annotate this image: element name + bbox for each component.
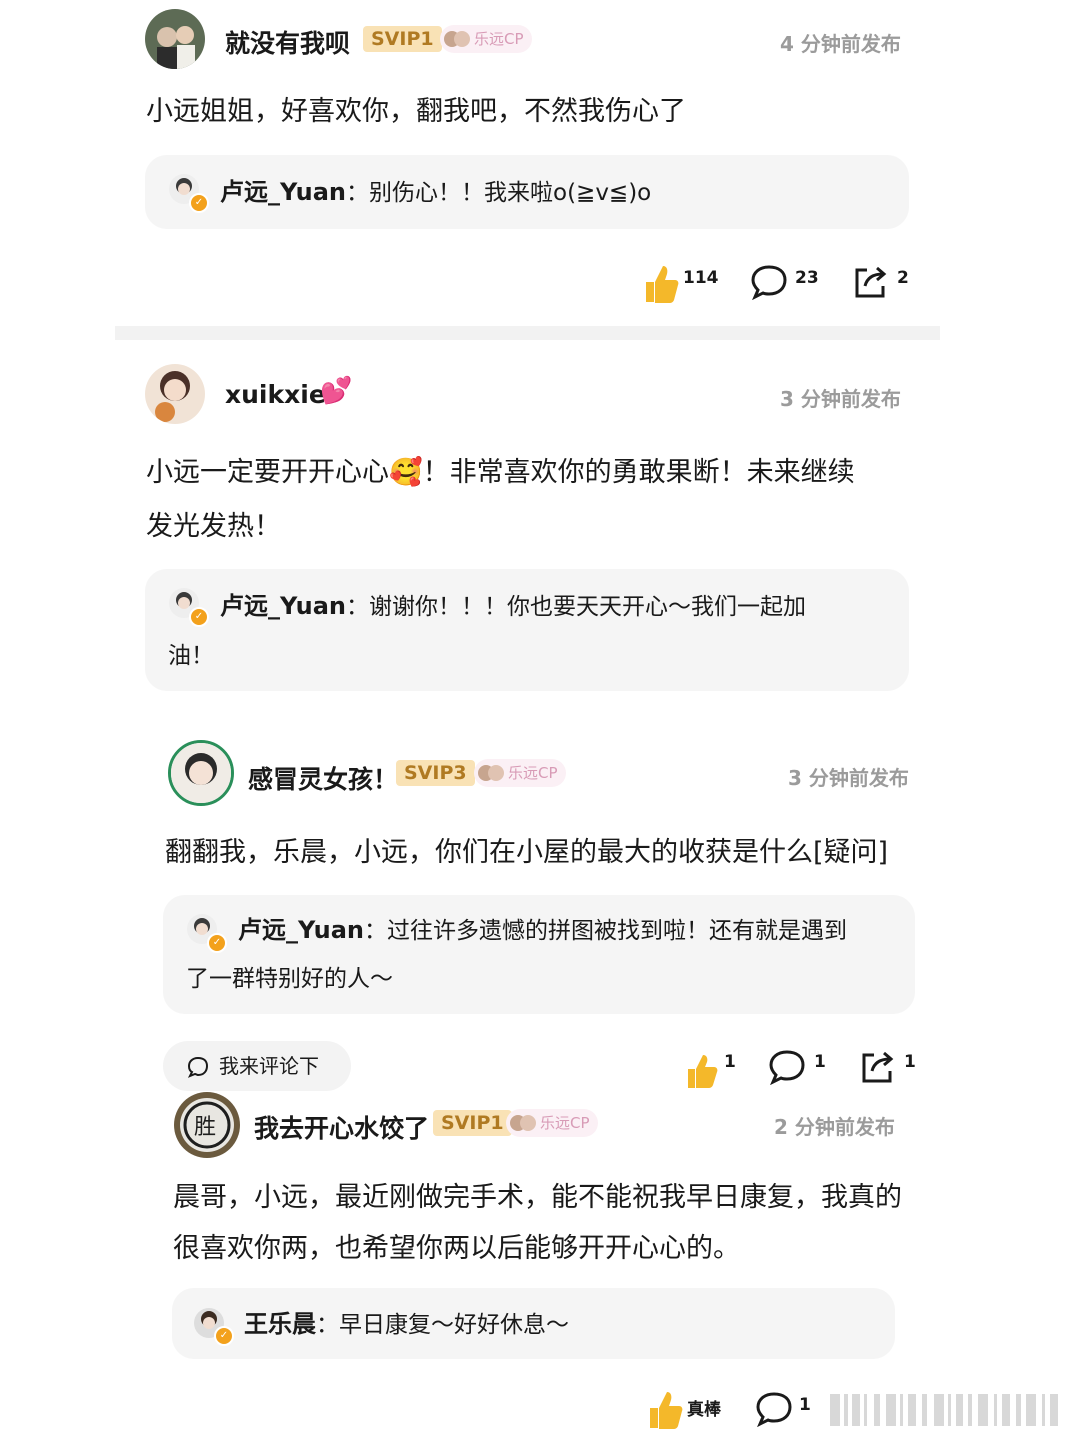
svip-badge: SVIP1	[433, 1110, 512, 1136]
username[interactable]: 我去开心水饺了	[254, 1109, 429, 1145]
share-count: 1	[904, 1052, 916, 1072]
reply-box[interactable]: ✓ 卢远_Yuan：别伤心！！我来啦o(≧v≦)o	[145, 155, 909, 229]
comment-count: 1	[814, 1052, 826, 1072]
comment-count: 1	[799, 1395, 811, 1415]
post-time: 4 分钟前发布	[780, 32, 901, 56]
comment-content-line2: 很喜欢你两，也希望你两以后能够开开心心的。	[173, 1233, 740, 1264]
cp-tag-label: 乐远CP	[540, 1114, 590, 1132]
svip-badge: SVIP3	[396, 760, 475, 786]
comment-button[interactable]	[755, 1391, 793, 1428]
comment-content-line1: 小远一定要开开心心🥰！非常喜欢你的勇敢果断！未来继续	[146, 457, 855, 488]
reply-separator: ：	[346, 594, 369, 620]
verified-icon: ✓	[189, 607, 209, 627]
reply-separator: ：	[316, 1312, 339, 1338]
share-icon	[862, 1051, 894, 1083]
write-comment-button[interactable]: 我来评论下	[163, 1041, 351, 1091]
svip-badge: SVIP1	[363, 26, 442, 52]
thumbs-up-icon	[688, 1055, 718, 1088]
avatar[interactable]: 胜	[174, 1092, 240, 1158]
username[interactable]: 感冒灵女孩！	[248, 760, 398, 796]
watermark	[830, 1392, 1070, 1428]
svg-text:胜: 胜	[194, 1115, 216, 1140]
cp-avatar-icon	[478, 765, 504, 781]
cp-tag: 乐远CP	[506, 1109, 598, 1137]
verified-icon: ✓	[214, 1326, 234, 1346]
speech-bubble-icon	[187, 1056, 209, 1078]
divider	[115, 326, 940, 340]
cp-tag: 乐远CP	[440, 25, 532, 53]
cp-avatar-icon	[444, 31, 470, 47]
speech-bubble-icon	[756, 1392, 792, 1428]
like-count: 1	[724, 1052, 736, 1072]
comment-content: 翻翻我，乐晨，小远，你们在小屋的最大的收获是什么[疑问]	[165, 837, 889, 868]
reply-author[interactable]: 卢远_Yuan	[220, 178, 346, 206]
cp-avatar-icon	[510, 1115, 536, 1131]
like-button[interactable]	[683, 1051, 719, 1091]
avatar[interactable]	[145, 9, 205, 69]
reply-author[interactable]: 卢远_Yuan	[238, 916, 364, 944]
cp-tag: 乐远CP	[474, 759, 566, 787]
share-button[interactable]	[860, 1049, 896, 1085]
reply-box[interactable]: ✓ 王乐晨：早日康复～好好休息～	[172, 1288, 895, 1359]
verified-icon: ✓	[207, 933, 227, 953]
reply-text: 别伤心！！我来啦o(≧v≦)o	[369, 180, 652, 206]
emoji-heart: 💕	[320, 376, 353, 406]
speech-bubble-icon	[751, 265, 787, 301]
reply-author[interactable]: 卢远_Yuan	[220, 592, 346, 620]
reply-text-line2: 了一群特别好的人～	[186, 966, 393, 992]
comment-content-line1: 晨哥，小远，最近刚做完手术，能不能祝我早日康复，我真的	[173, 1182, 902, 1213]
reply-separator: ：	[364, 918, 387, 944]
like-button[interactable]	[640, 262, 680, 304]
cp-tag-label: 乐远CP	[474, 30, 524, 48]
post-time: 2 分钟前发布	[774, 1115, 895, 1139]
comment-button[interactable]	[768, 1049, 806, 1086]
post-time: 3 分钟前发布	[780, 387, 901, 411]
reply-author[interactable]: 王乐晨	[244, 1310, 316, 1338]
comment-content: 小远姐姐，好喜欢你，翻我吧，不然我伤心了	[146, 96, 686, 127]
avatar[interactable]	[168, 740, 234, 806]
like-count: 114	[683, 268, 719, 288]
speech-bubble-icon	[769, 1050, 805, 1086]
thumbs-up-icon	[650, 1392, 683, 1429]
share-icon	[855, 266, 887, 298]
reply-separator: ：	[346, 180, 369, 206]
reply-box[interactable]: ✓ 卢远_Yuan：谢谢你！！！你也要天天开心～我们一起加 油！	[145, 569, 909, 691]
comment-button[interactable]	[750, 264, 788, 301]
reply-text-line2: 油！	[168, 643, 214, 669]
reply-text: 早日康复～好好休息～	[339, 1312, 569, 1338]
thumbs-up-icon	[646, 266, 679, 303]
avatar[interactable]	[145, 364, 205, 424]
verified-icon: ✓	[189, 193, 209, 213]
cp-tag-label: 乐远CP	[508, 764, 558, 782]
username[interactable]: 就没有我呗	[225, 24, 350, 60]
reply-box[interactable]: ✓ 卢远_Yuan：过往许多遗憾的拼图被找到啦！还有就是遇到 了一群特别好的人～	[163, 895, 915, 1014]
reply-text-line1: 谢谢你！！！你也要天天开心～我们一起加	[369, 594, 806, 620]
write-comment-label: 我来评论下	[219, 1054, 319, 1078]
post-time: 3 分钟前发布	[788, 766, 909, 790]
comment-content-line2: 发光发热！	[146, 511, 281, 542]
reply-text-line1: 过往许多遗憾的拼图被找到啦！还有就是遇到	[387, 918, 847, 944]
like-button[interactable]	[645, 1388, 683, 1430]
comment-count: 23	[795, 268, 819, 288]
username[interactable]: xuikxie	[225, 380, 326, 409]
like-label: 真棒	[687, 1400, 721, 1420]
share-button[interactable]	[853, 264, 889, 300]
share-count: 2	[897, 268, 909, 288]
